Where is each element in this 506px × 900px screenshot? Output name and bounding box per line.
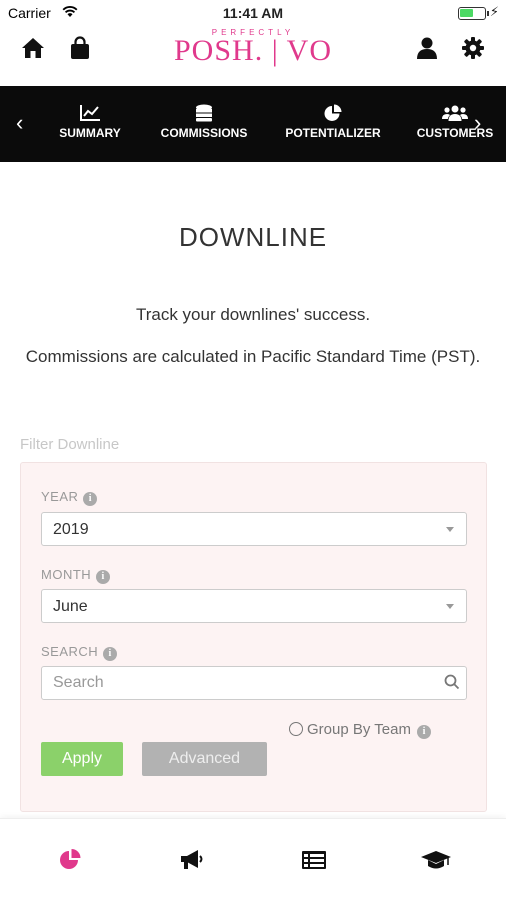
group-by-team-label: Group By Team [307, 721, 411, 738]
tab-downline[interactable] [58, 847, 88, 873]
nav-item-summary[interactable]: SUMMARY [58, 104, 122, 140]
pie-chart-icon [324, 104, 342, 121]
section-nav: ‹ SUMMARY COMMISSIONS POTENTIALIZER CUST… [0, 86, 506, 162]
status-bar: Carrier 11:41 AM ⚡ [0, 0, 506, 26]
gear-icon[interactable] [460, 35, 488, 63]
tab-reports[interactable] [300, 847, 330, 873]
table-icon [302, 851, 326, 869]
clock: 11:41 AM [222, 5, 284, 21]
nav-item-label: COMMISSIONS [160, 126, 248, 140]
battery-fill [460, 9, 473, 17]
bottom-tab-bar [0, 818, 506, 900]
intro-text: Track your downlines' success. [135, 305, 371, 324]
advanced-button[interactable]: Advanced [142, 742, 267, 776]
battery-icon [458, 7, 489, 20]
group-by-team-option[interactable]: Group By Team i [289, 721, 431, 739]
year-field-label: YEAR i [41, 489, 98, 506]
filter-section-label: Filter Downline [20, 436, 120, 453]
month-label-text: MONTH [41, 567, 92, 582]
month-select-value: June [53, 598, 88, 615]
search-label-text: SEARCH [41, 644, 99, 659]
chevron-down-icon [446, 604, 454, 609]
graduation-cap-icon [421, 851, 451, 869]
nav-item-label: CUSTOMERS [416, 126, 494, 140]
megaphone-icon [181, 850, 203, 869]
radio-button[interactable] [289, 722, 303, 736]
users-icon [442, 105, 468, 121]
pie-chart-icon [60, 849, 81, 869]
coins-icon [196, 104, 212, 122]
tab-training[interactable] [420, 847, 451, 873]
nav-next-arrow-icon[interactable]: › [474, 110, 481, 136]
apply-button[interactable]: Apply [41, 742, 123, 776]
year-select-value: 2019 [53, 521, 89, 538]
nav-item-customers[interactable]: CUSTOMERS [416, 104, 494, 140]
search-field-label: SEARCH i [41, 644, 118, 661]
nav-item-commissions[interactable]: COMMISSIONS [158, 104, 250, 140]
page-title: DOWNLINE [178, 222, 328, 252]
nav-item-potentializer[interactable]: POTENTIALIZER [284, 104, 382, 140]
year-label-text: YEAR [41, 489, 79, 504]
charging-icon: ⚡ [489, 4, 499, 19]
search-wrapper [21, 666, 488, 700]
search-input[interactable] [41, 666, 467, 700]
info-icon[interactable]: i [83, 492, 98, 506]
line-chart-icon [80, 105, 100, 121]
info-icon[interactable]: i [416, 725, 431, 739]
nav-item-label: SUMMARY [59, 126, 121, 140]
user-icon[interactable] [414, 35, 442, 63]
timezone-note: Commissions are calculated in Pacific St… [25, 347, 481, 366]
nav-item-label: POTENTIALIZER [285, 126, 381, 140]
tab-announcements[interactable] [178, 847, 208, 873]
month-field-label: MONTH i [41, 567, 111, 584]
app-header: PERFECTLY POSH. | VO [0, 26, 506, 86]
filter-panel: YEAR i 2019 MONTH i June SEARCH i Group By … [20, 462, 487, 812]
info-icon[interactable]: i [96, 570, 111, 584]
year-select[interactable]: 2019 [41, 512, 467, 546]
month-select[interactable]: June [41, 589, 467, 623]
nav-prev-arrow-icon[interactable]: ‹ [16, 110, 23, 136]
chevron-down-icon [446, 527, 454, 532]
search-icon[interactable] [444, 674, 460, 695]
info-icon[interactable]: i [103, 647, 118, 661]
